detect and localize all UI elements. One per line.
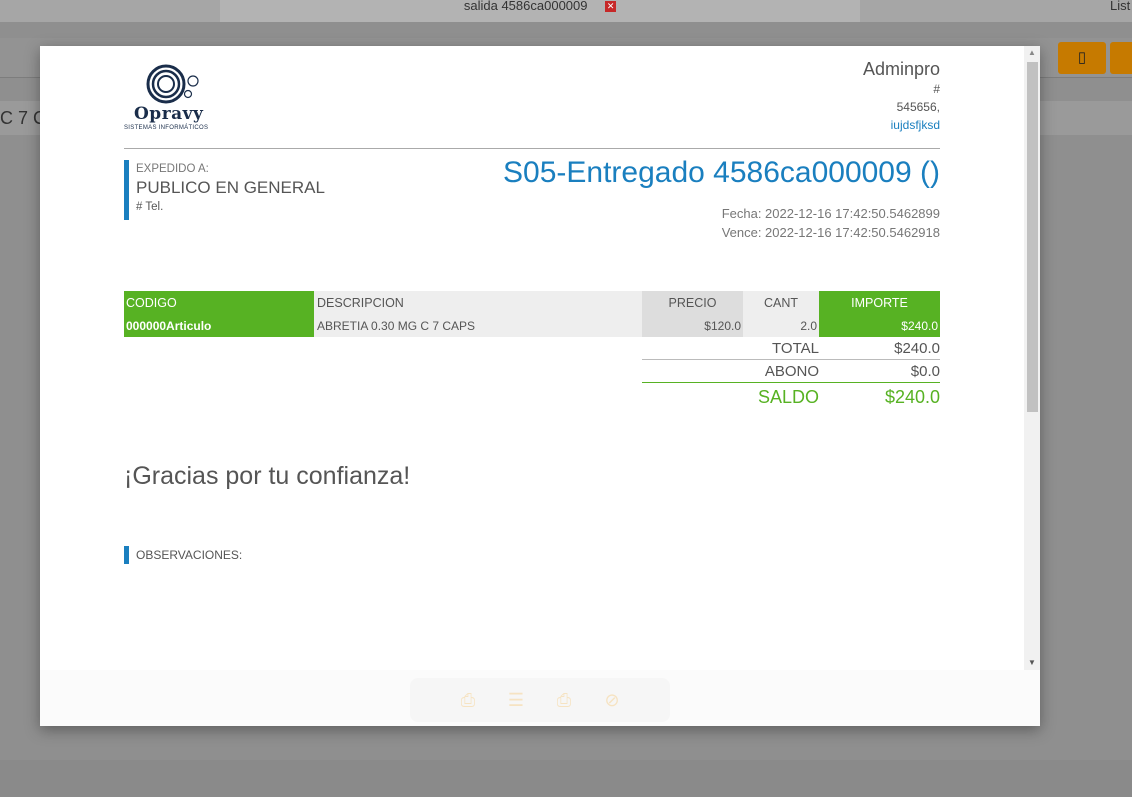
column-header-code: CODIGO [124,291,314,314]
footer-toolbar: ⎙ ☰ ⎙ ⊘ [410,678,670,722]
company-number: # [933,82,940,96]
cell-amount: $240.0 [819,314,940,337]
cell-price: $120.0 [642,314,743,337]
list-icon[interactable]: ☰ [504,688,528,712]
company-name: Adminpro [862,59,940,79]
print-icon[interactable]: ⎙ [552,688,576,712]
invoice-modal: Opravy SISTEMAS INFORMÁTICOS Adminpro # … [40,46,1040,726]
background-tab-label: salida 4586ca000009 [463,0,588,13]
cell-quantity: 2.0 [743,314,819,337]
background-tab-salida[interactable]: salida 4586ca000009 ✕ [220,0,860,22]
client-name: PUBLICO EN GENERAL [136,178,325,197]
total-row: TOTAL $240.0 [642,337,940,360]
save-button[interactable]: ▪ [1110,42,1132,74]
header-divider [124,148,940,149]
abono-value: $0.0 [910,363,940,380]
items-table: CODIGO DESCRIPCION PRECIO CANT IMPORTE 0… [124,291,940,337]
saldo-row: SALDO $240.0 [642,383,940,410]
totals-block: TOTAL $240.0 ABONO $0.0 SALDO $240.0 [642,337,940,410]
total-value: $240.0 [894,340,940,357]
date-issued: Fecha: 2022-12-16 17:42:50.5462899 [721,206,940,221]
close-tab-icon[interactable]: ✕ [605,1,617,12]
column-header-price: PRECIO [642,291,743,314]
abono-label: ABONO [764,363,819,380]
clipboard-button[interactable]: ▯ [1058,42,1106,74]
logo-name: Opravy [134,104,204,124]
client-label: EXPEDIDO A: [136,163,209,175]
company-info: Adminpro # 545656, iujdsfjksd [863,58,940,134]
print-settings-icon[interactable]: ⎙ [456,688,480,712]
observations-label: OBSERVACIONES: [124,546,242,564]
column-header-quantity: CANT [743,291,819,314]
client-block: EXPEDIDO A: PUBLICO EN GENERAL # Tel. [124,160,424,220]
table-row: 000000Articulo ABRETIA 0.30 MG C 7 CAPS … [124,314,940,337]
company-link[interactable]: iujdsfjksd [863,116,940,134]
saldo-value: $240.0 [884,387,940,407]
modal-scrollbar[interactable]: ▲ ▼ [1024,46,1040,670]
cell-description: ABRETIA 0.30 MG C 7 CAPS [314,314,642,337]
company-address: 545656, [896,100,940,114]
cancel-icon[interactable]: ⊘ [600,688,624,712]
logo-subtitle: SISTEMAS INFORMÁTICOS [124,125,209,131]
clipboard-icon: ▯ [1077,49,1087,66]
scroll-up-icon[interactable]: ▲ [1024,46,1040,60]
thanks-message: ¡Gracias por tu confianza! [124,462,411,490]
document-title: S05-Entregado 4586ca000009 () [503,156,940,189]
invoice-document: Opravy SISTEMAS INFORMÁTICOS Adminpro # … [40,46,1024,670]
abono-row: ABONO $0.0 [642,360,940,383]
column-header-amount: IMPORTE [819,291,940,314]
column-header-description: DESCRIPCION [314,291,642,314]
cell-code: 000000Articulo [124,314,314,337]
company-logo: Opravy SISTEMAS INFORMÁTICOS [124,64,216,134]
modal-footer: ⎙ ☰ ⎙ ⊘ [40,670,1040,726]
total-label: TOTAL [772,340,819,357]
table-header-row: CODIGO DESCRIPCION PRECIO CANT IMPORTE [124,291,940,314]
background-tab-list[interactable]: List [1110,0,1130,22]
document-dates: Fecha: 2022-12-16 17:42:50.5462899 Vence… [722,204,940,242]
scroll-thumb[interactable] [1027,62,1038,412]
saldo-label: SALDO [757,387,819,407]
date-due: Vence: 2022-12-16 17:42:50.5462918 [721,225,940,240]
background-bottom [0,760,1132,797]
scroll-down-icon[interactable]: ▼ [1024,656,1040,670]
client-tel: # Tel. [136,201,164,213]
